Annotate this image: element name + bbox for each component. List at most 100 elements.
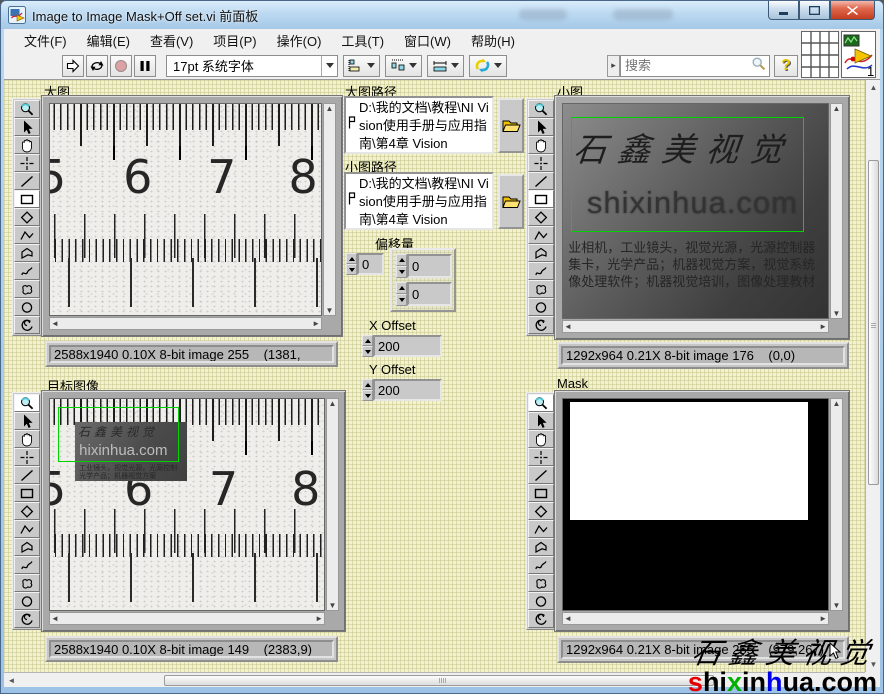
pan-tool[interactable]	[14, 136, 40, 154]
annulus-tool[interactable]	[14, 610, 40, 628]
offset-value-1[interactable]: 0	[407, 282, 452, 306]
resize-objects-button[interactable]	[427, 54, 464, 77]
menu-view[interactable]: 查看(V)	[140, 28, 203, 53]
mask-image-display[interactable]: ▲ ▼ ◄ ►	[554, 390, 850, 632]
freehand-line-tool[interactable]	[528, 262, 554, 280]
maximize-button[interactable]	[799, 1, 830, 20]
polygon-tool[interactable]	[528, 244, 554, 262]
menu-tools[interactable]: 工具(T)	[331, 28, 394, 53]
rotated-rectangle-tool[interactable]	[528, 208, 554, 226]
freehand-region-tool[interactable]	[14, 280, 40, 298]
zoom-tool[interactable]	[14, 394, 40, 412]
rectangle-tool[interactable]	[528, 484, 554, 502]
freehand-line-tool[interactable]	[14, 556, 40, 574]
freehand-region-tool[interactable]	[14, 574, 40, 592]
rectangle-tool[interactable]	[14, 190, 40, 208]
image-vertical-scrollbar[interactable]: ▲ ▼	[830, 103, 843, 319]
polyline-tool[interactable]	[528, 520, 554, 538]
image-horizontal-scrollbar[interactable]: ◄ ►	[49, 317, 322, 330]
zoom-tool[interactable]	[528, 100, 554, 118]
front-panel[interactable]: 大图 5 6 7 8 ▲▼ ◄►	[4, 80, 865, 672]
freehand-line-tool[interactable]	[14, 262, 40, 280]
spinner[interactable]	[396, 282, 407, 306]
image-horizontal-scrollbar[interactable]: ◄ ►	[562, 612, 829, 625]
polyline-tool[interactable]	[528, 226, 554, 244]
polyline-tool[interactable]	[14, 520, 40, 538]
panel-horizontal-scrollbar[interactable]: ◄ ►	[4, 672, 865, 687]
pan-tool[interactable]	[528, 430, 554, 448]
rotated-rectangle-tool[interactable]	[528, 502, 554, 520]
annulus-tool[interactable]	[528, 316, 554, 334]
oval-tool[interactable]	[528, 298, 554, 316]
image-horizontal-scrollbar[interactable]: ◄ ►	[49, 612, 325, 625]
close-button[interactable]	[830, 1, 875, 20]
polyline-tool[interactable]	[14, 226, 40, 244]
minimize-button[interactable]	[768, 1, 799, 20]
polygon-tool[interactable]	[14, 244, 40, 262]
small-image-canvas[interactable]: 石鑫美视觉 shixinhua.com 业相机，工业镜头，视觉光源，光源控制器 …	[563, 104, 828, 318]
x-offset-value[interactable]: 200	[373, 335, 442, 357]
spinner[interactable]	[362, 379, 373, 401]
menu-project[interactable]: 项目(P)	[203, 28, 266, 53]
point-tool[interactable]	[14, 154, 40, 172]
panel-vertical-scrollbar[interactable]: ▲ ▼	[865, 80, 880, 672]
roi-rectangle[interactable]	[570, 116, 805, 233]
line-tool[interactable]	[14, 172, 40, 190]
oval-tool[interactable]	[528, 592, 554, 610]
menu-edit[interactable]: 编辑(E)	[77, 28, 140, 53]
zoom-tool[interactable]	[528, 394, 554, 412]
search-input[interactable]	[621, 58, 751, 73]
scroll-right-icon[interactable]: ►	[850, 673, 865, 688]
small-path-browse-button[interactable]	[498, 174, 524, 229]
menu-help[interactable]: 帮助(H)	[461, 28, 525, 53]
search-collapse-button[interactable]: ▸	[607, 54, 620, 77]
target-image-display[interactable]: 5 6 7 8 石鑫美视觉 hixinhua.com 工业镜头，视觉光源，光源控…	[41, 390, 346, 632]
zoom-tool[interactable]	[14, 100, 40, 118]
vi-icon[interactable]: 1	[841, 31, 876, 83]
distribute-objects-button[interactable]	[385, 54, 422, 77]
annulus-tool[interactable]	[528, 610, 554, 628]
context-help-button[interactable]: ?	[774, 54, 798, 77]
rotated-rectangle-tool[interactable]	[14, 208, 40, 226]
small-path-value[interactable]: D:\我的文档\教程\NI Vision使用手册与应用指南\第4章 Vision	[359, 175, 491, 227]
oval-tool[interactable]	[14, 298, 40, 316]
run-button[interactable]	[62, 54, 84, 77]
polygon-tool[interactable]	[14, 538, 40, 556]
rectangle-tool[interactable]	[14, 484, 40, 502]
line-tool[interactable]	[528, 172, 554, 190]
selection-tool[interactable]	[528, 412, 554, 430]
scroll-up-icon[interactable]: ▲	[866, 80, 881, 95]
point-tool[interactable]	[528, 448, 554, 466]
freehand-region-tool[interactable]	[528, 280, 554, 298]
spinner[interactable]	[346, 253, 357, 275]
small-image-display[interactable]: 石鑫美视觉 shixinhua.com 业相机，工业镜头，视觉光源，光源控制器 …	[554, 95, 850, 340]
line-tool[interactable]	[14, 466, 40, 484]
point-tool[interactable]	[14, 448, 40, 466]
oval-tool[interactable]	[14, 592, 40, 610]
annulus-tool[interactable]	[14, 316, 40, 334]
scrollbar-thumb[interactable]	[868, 160, 879, 485]
scroll-left-icon[interactable]: ◄	[4, 673, 19, 688]
scroll-down-icon[interactable]: ▼	[866, 657, 881, 672]
offset-index-value[interactable]: 0	[357, 253, 384, 275]
target-image-canvas[interactable]: 5 6 7 8 石鑫美视觉 hixinhua.com 工业镜头，视觉光源，光源控…	[50, 399, 324, 610]
run-continuously-button[interactable]	[86, 54, 108, 77]
rectangle-tool[interactable]	[528, 190, 554, 208]
selection-tool[interactable]	[14, 118, 40, 136]
alignment-grid-icon[interactable]	[801, 31, 839, 83]
selection-tool[interactable]	[14, 412, 40, 430]
pan-tool[interactable]	[14, 430, 40, 448]
big-path-browse-button[interactable]	[498, 98, 524, 153]
pause-button[interactable]	[134, 54, 156, 77]
polygon-tool[interactable]	[528, 538, 554, 556]
small-path-control[interactable]: D:\我的文档\教程\NI Vision使用手册与应用指南\第4章 Vision	[344, 172, 494, 230]
offset-value-0[interactable]: 0	[407, 254, 452, 278]
mask-canvas[interactable]	[563, 399, 828, 610]
spinner[interactable]	[362, 335, 373, 357]
big-path-control[interactable]: D:\我的文档\教程\NI Vision使用手册与应用指南\第4章 Vision	[344, 96, 494, 154]
menu-operate[interactable]: 操作(O)	[267, 28, 332, 53]
pan-tool[interactable]	[528, 136, 554, 154]
spinner[interactable]	[396, 254, 407, 278]
line-tool[interactable]	[528, 466, 554, 484]
image-horizontal-scrollbar[interactable]: ◄ ►	[562, 320, 829, 333]
